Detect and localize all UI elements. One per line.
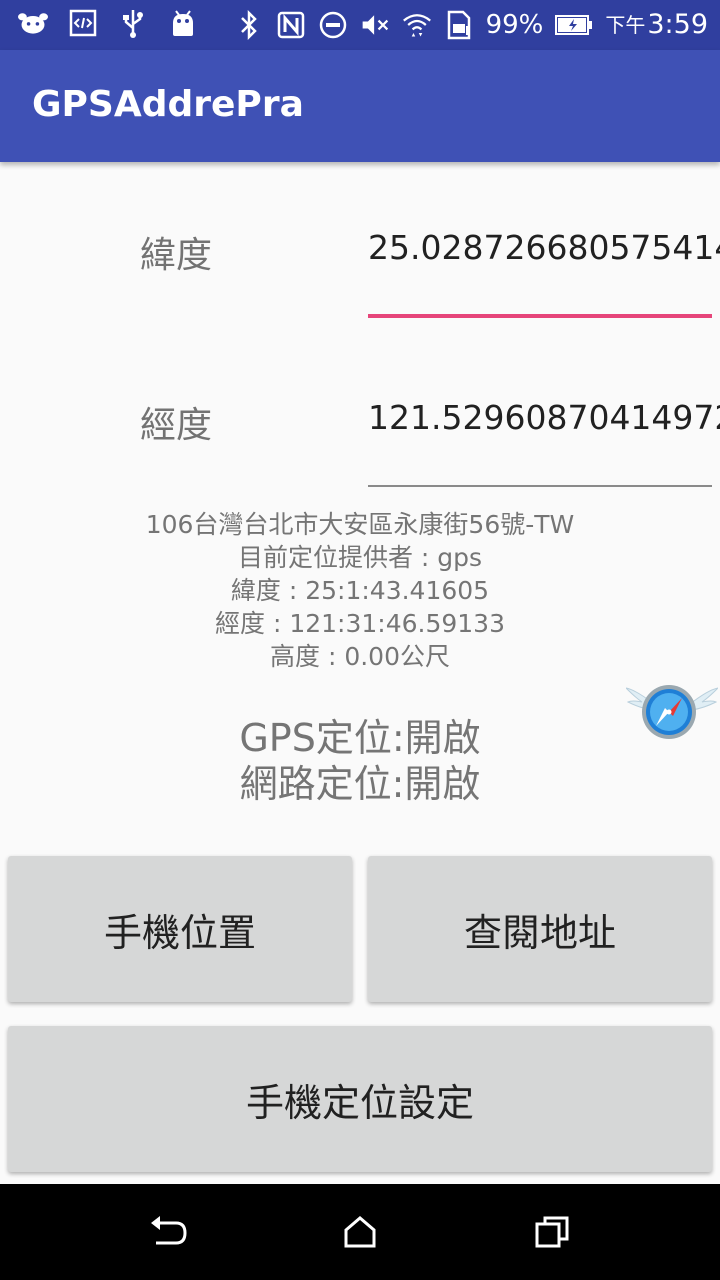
status-bar: 99% 下午 3:59 [0,0,720,50]
phone-location-button[interactable]: 手機位置 [8,856,352,1002]
android-icon [168,8,198,38]
mute-icon [360,10,390,40]
address-text: 106台灣台北市大安區永康街56號-TW [145,510,575,539]
code-icon [68,8,98,38]
latitude-input[interactable]: 25.028726680575414 [368,228,720,267]
sim-icon [444,10,474,40]
network-status: 網路定位:開啟 [239,762,481,806]
latitude-label: 緯度 [140,235,213,276]
latitude-underline [368,314,712,318]
provider-text: 目前定位提供者 : gps [237,543,483,572]
bluetooth-icon [234,10,264,40]
nfc-icon [276,10,306,40]
longitude-input[interactable]: 121.52960870414972 [368,398,720,437]
longitude-dms-text: 經度 : 121:31:46.59133 [215,609,505,638]
lookup-address-button[interactable]: 查閱地址 [368,856,712,1002]
gps-status: GPS定位:開啟 [239,716,481,760]
longitude-underline [368,485,712,487]
clock: 3:59 [647,9,708,40]
time-period: 下午 [605,13,646,37]
back-icon[interactable] [144,1208,192,1256]
altitude-text: 高度 : 0.00公尺 [270,642,450,671]
recents-icon[interactable] [528,1208,576,1256]
location-settings-button[interactable]: 手機定位設定 [8,1026,712,1172]
pet-icon [18,8,48,38]
home-icon[interactable] [336,1208,384,1256]
navigation-bar [0,1184,720,1280]
battery-percent: 99% [485,10,544,40]
usb-icon [118,8,148,38]
wifi-icon [402,10,432,40]
app-title: GPSAddrePra [32,84,304,125]
latitude-dms-text: 緯度 : 25:1:43.41605 [230,576,490,605]
dnd-icon [318,10,348,40]
battery-icon [555,10,593,40]
longitude-label: 經度 [140,405,213,446]
app-bar: GPSAddrePra [0,50,720,162]
